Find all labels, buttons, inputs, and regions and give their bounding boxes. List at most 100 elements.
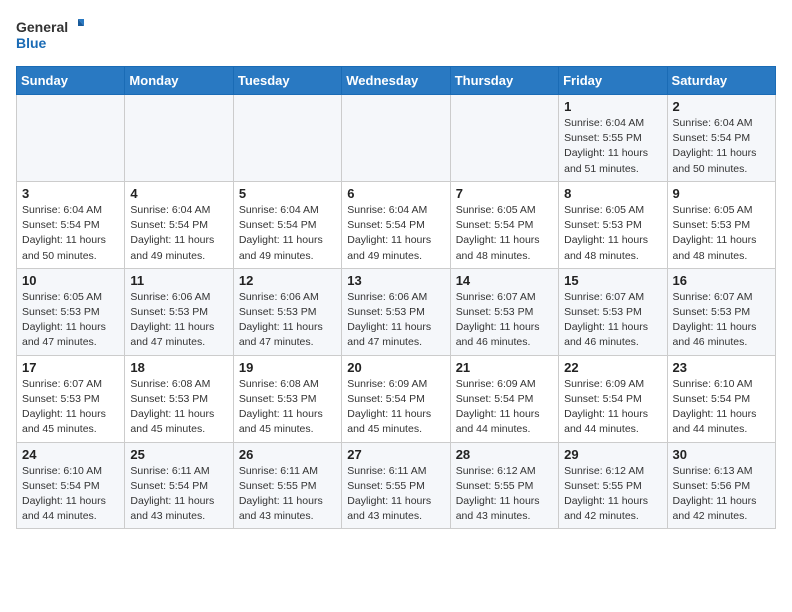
calendar-cell: 19Sunrise: 6:08 AMSunset: 5:53 PMDayligh… <box>233 355 341 442</box>
day-info: Sunrise: 6:11 AMSunset: 5:55 PMDaylight:… <box>347 464 445 525</box>
day-number: 24 <box>22 447 120 462</box>
calendar-cell: 1 Sunrise: 6:04 AMSunset: 5:55 PMDaylight… <box>559 95 667 182</box>
calendar-cell: 4Sunrise: 6:04 AMSunset: 5:54 PMDaylight… <box>125 181 233 268</box>
day-number: 18 <box>130 360 228 375</box>
day-info: Sunrise: 6:11 AMSunset: 5:55 PMDaylight:… <box>239 464 337 525</box>
weekday-saturday: Saturday <box>667 67 775 95</box>
day-number: 11 <box>130 273 228 288</box>
day-number: 13 <box>347 273 445 288</box>
calendar-cell: 18 Sunrise: 6:08 AMSunset: 5:53 PMDayligh… <box>125 355 233 442</box>
calendar-cell: 5 Sunrise: 6:04 AMSunset: 5:54 PMDaylight… <box>233 181 341 268</box>
calendar-cell <box>233 95 341 182</box>
day-info: Sunrise: 6:08 AMSunset: 5:53 PMDaylight:… <box>130 377 228 438</box>
calendar-cell: 2 Sunrise: 6:04 AMSunset: 5:54 PMDaylight… <box>667 95 775 182</box>
calendar-cell <box>450 95 558 182</box>
calendar-cell: 7 Sunrise: 6:05 AMSunset: 5:54 PMDaylight… <box>450 181 558 268</box>
day-number: 23 <box>673 360 771 375</box>
day-info: Sunrise: 6:07 AMSunset: 5:53 PMDaylight:… <box>673 290 771 351</box>
day-number: 26 <box>239 447 337 462</box>
day-info: Sunrise: 6:11 AMSunset: 5:54 PMDaylight:… <box>130 464 228 525</box>
day-info: Sunrise: 6:10 AMSunset: 5:54 PMDaylight:… <box>22 464 120 525</box>
day-number: 30 <box>673 447 771 462</box>
calendar-cell: 23 Sunrise: 6:10 AMSunset: 5:54 PMDayligh… <box>667 355 775 442</box>
day-number: 15 <box>564 273 662 288</box>
day-info: Sunrise: 6:09 AMSunset: 5:54 PMDaylight:… <box>564 377 662 438</box>
week-row-1: 1 Sunrise: 6:04 AMSunset: 5:55 PMDaylight… <box>17 95 776 182</box>
calendar-cell: 24 Sunrise: 6:10 AMSunset: 5:54 PMDayligh… <box>17 442 125 529</box>
weekday-tuesday: Tuesday <box>233 67 341 95</box>
weekday-monday: Monday <box>125 67 233 95</box>
header: General Blue <box>16 16 776 56</box>
page: General Blue SundayMondayTuesdayWednesda… <box>0 0 792 539</box>
weekday-thursday: Thursday <box>450 67 558 95</box>
day-number: 4 <box>130 186 228 201</box>
day-info: Sunrise: 6:12 AMSunset: 5:55 PMDaylight:… <box>456 464 554 525</box>
day-info: Sunrise: 6:05 AMSunset: 5:53 PMDaylight:… <box>673 203 771 264</box>
svg-text:General: General <box>16 19 68 35</box>
day-info: Sunrise: 6:10 AMSunset: 5:54 PMDaylight:… <box>673 377 771 438</box>
calendar-cell <box>17 95 125 182</box>
day-info: Sunrise: 6:04 AMSunset: 5:55 PMDaylight:… <box>564 116 662 177</box>
day-info: Sunrise: 6:06 AMSunset: 5:53 PMDaylight:… <box>347 290 445 351</box>
day-number: 12 <box>239 273 337 288</box>
calendar-cell: 9 Sunrise: 6:05 AMSunset: 5:53 PMDaylight… <box>667 181 775 268</box>
day-info: Sunrise: 6:07 AMSunset: 5:53 PMDaylight:… <box>456 290 554 351</box>
day-info: Sunrise: 6:05 AMSunset: 5:53 PMDaylight:… <box>564 203 662 264</box>
day-info: Sunrise: 6:04 AMSunset: 5:54 PMDaylight:… <box>22 203 120 264</box>
calendar: SundayMondayTuesdayWednesdayThursdayFrid… <box>16 66 776 529</box>
calendar-cell: 20Sunrise: 6:09 AMSunset: 5:54 PMDayligh… <box>342 355 450 442</box>
day-number: 2 <box>673 99 771 114</box>
calendar-cell <box>342 95 450 182</box>
weekday-wednesday: Wednesday <box>342 67 450 95</box>
week-row-5: 24 Sunrise: 6:10 AMSunset: 5:54 PMDayligh… <box>17 442 776 529</box>
day-number: 5 <box>239 186 337 201</box>
calendar-cell: 22 Sunrise: 6:09 AMSunset: 5:54 PMDayligh… <box>559 355 667 442</box>
day-info: Sunrise: 6:05 AMSunset: 5:53 PMDaylight:… <box>22 290 120 351</box>
calendar-cell: 25 Sunrise: 6:11 AMSunset: 5:54 PMDayligh… <box>125 442 233 529</box>
calendar-cell: 27Sunrise: 6:11 AMSunset: 5:55 PMDayligh… <box>342 442 450 529</box>
day-number: 25 <box>130 447 228 462</box>
day-number: 28 <box>456 447 554 462</box>
logo: General Blue <box>16 16 86 56</box>
day-number: 1 <box>564 99 662 114</box>
day-info: Sunrise: 6:09 AMSunset: 5:54 PMDaylight:… <box>456 377 554 438</box>
day-info: Sunrise: 6:04 AMSunset: 5:54 PMDaylight:… <box>239 203 337 264</box>
calendar-cell: 3Sunrise: 6:04 AMSunset: 5:54 PMDaylight… <box>17 181 125 268</box>
day-number: 8 <box>564 186 662 201</box>
day-number: 6 <box>347 186 445 201</box>
day-info: Sunrise: 6:12 AMSunset: 5:55 PMDaylight:… <box>564 464 662 525</box>
calendar-cell: 13 Sunrise: 6:06 AMSunset: 5:53 PMDayligh… <box>342 268 450 355</box>
day-number: 9 <box>673 186 771 201</box>
day-info: Sunrise: 6:05 AMSunset: 5:54 PMDaylight:… <box>456 203 554 264</box>
calendar-cell: 30 Sunrise: 6:13 AMSunset: 5:56 PMDayligh… <box>667 442 775 529</box>
weekday-sunday: Sunday <box>17 67 125 95</box>
week-row-4: 17 Sunrise: 6:07 AMSunset: 5:53 PMDayligh… <box>17 355 776 442</box>
calendar-cell <box>125 95 233 182</box>
day-info: Sunrise: 6:07 AMSunset: 5:53 PMDaylight:… <box>564 290 662 351</box>
day-info: Sunrise: 6:13 AMSunset: 5:56 PMDaylight:… <box>673 464 771 525</box>
day-number: 16 <box>673 273 771 288</box>
logo-svg: General Blue <box>16 16 86 56</box>
week-row-3: 10 Sunrise: 6:05 AMSunset: 5:53 PMDayligh… <box>17 268 776 355</box>
day-number: 10 <box>22 273 120 288</box>
calendar-cell: 29 Sunrise: 6:12 AMSunset: 5:55 PMDayligh… <box>559 442 667 529</box>
day-number: 20 <box>347 360 445 375</box>
day-info: Sunrise: 6:04 AMSunset: 5:54 PMDaylight:… <box>347 203 445 264</box>
day-number: 17 <box>22 360 120 375</box>
calendar-cell: 10 Sunrise: 6:05 AMSunset: 5:53 PMDayligh… <box>17 268 125 355</box>
weekday-friday: Friday <box>559 67 667 95</box>
svg-text:Blue: Blue <box>16 35 47 51</box>
calendar-cell: 12 Sunrise: 6:06 AMSunset: 5:53 PMDayligh… <box>233 268 341 355</box>
week-row-2: 3Sunrise: 6:04 AMSunset: 5:54 PMDaylight… <box>17 181 776 268</box>
day-info: Sunrise: 6:04 AMSunset: 5:54 PMDaylight:… <box>673 116 771 177</box>
day-number: 21 <box>456 360 554 375</box>
day-info: Sunrise: 6:08 AMSunset: 5:53 PMDaylight:… <box>239 377 337 438</box>
day-info: Sunrise: 6:06 AMSunset: 5:53 PMDaylight:… <box>239 290 337 351</box>
day-number: 29 <box>564 447 662 462</box>
day-number: 7 <box>456 186 554 201</box>
calendar-cell: 6 Sunrise: 6:04 AMSunset: 5:54 PMDaylight… <box>342 181 450 268</box>
day-info: Sunrise: 6:06 AMSunset: 5:53 PMDaylight:… <box>130 290 228 351</box>
day-info: Sunrise: 6:07 AMSunset: 5:53 PMDaylight:… <box>22 377 120 438</box>
day-number: 22 <box>564 360 662 375</box>
calendar-cell: 16 Sunrise: 6:07 AMSunset: 5:53 PMDayligh… <box>667 268 775 355</box>
